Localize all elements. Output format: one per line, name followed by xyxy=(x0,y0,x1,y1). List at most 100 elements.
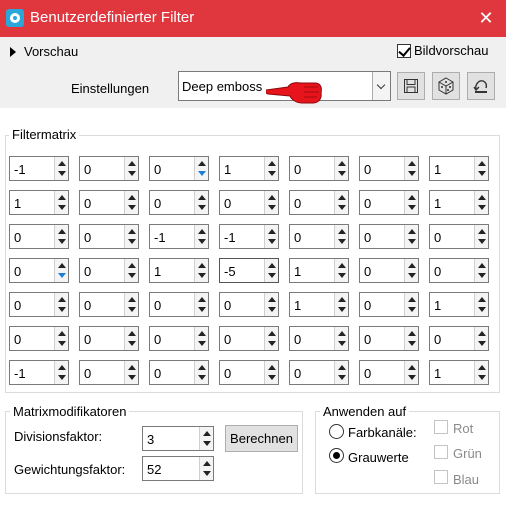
matrix-cell-r1-c7[interactable]: 1 xyxy=(429,156,489,181)
matrix-cell-r2-c2[interactable]: 0 xyxy=(79,190,139,215)
matrix-cell-spinner[interactable] xyxy=(54,327,68,350)
matrix-cell-spinner[interactable] xyxy=(404,327,418,350)
matrix-cell-spinner[interactable] xyxy=(194,293,208,316)
matrix-cell-spinner[interactable] xyxy=(194,361,208,384)
matrix-cell-spinner[interactable] xyxy=(264,157,278,180)
matrix-cell-spinner[interactable] xyxy=(404,225,418,248)
matrix-cell-r7-c1[interactable]: -1 xyxy=(9,360,69,385)
matrix-cell-spinner[interactable] xyxy=(54,361,68,384)
matrix-cell-r6-c3[interactable]: 0 xyxy=(149,326,209,351)
matrix-cell-spinner[interactable] xyxy=(334,157,348,180)
matrix-cell-r4-c5[interactable]: 1 xyxy=(289,258,349,283)
matrix-cell-spinner[interactable] xyxy=(124,259,138,282)
grayscale-radio[interactable] xyxy=(329,448,344,463)
matrix-cell-spinner[interactable] xyxy=(264,191,278,214)
matrix-cell-r6-c1[interactable]: 0 xyxy=(9,326,69,351)
matrix-cell-r4-c3[interactable]: 1 xyxy=(149,258,209,283)
matrix-cell-r1-c3[interactable]: 0 xyxy=(149,156,209,181)
close-button[interactable]: ✕ xyxy=(476,8,496,28)
matrix-cell-spinner[interactable] xyxy=(264,361,278,384)
matrix-cell-r6-c2[interactable]: 0 xyxy=(79,326,139,351)
matrix-cell-spinner[interactable] xyxy=(264,225,278,248)
division-factor-spinner[interactable] xyxy=(199,427,213,450)
matrix-cell-spinner[interactable] xyxy=(474,225,488,248)
division-factor-input[interactable]: 3 xyxy=(142,426,214,451)
matrix-cell-r6-c5[interactable]: 0 xyxy=(289,326,349,351)
red-channel-checkbox[interactable] xyxy=(434,420,448,434)
matrix-cell-spinner[interactable] xyxy=(54,293,68,316)
matrix-cell-r2-c3[interactable]: 0 xyxy=(149,190,209,215)
matrix-cell-spinner[interactable] xyxy=(54,225,68,248)
weight-factor-input[interactable]: 52 xyxy=(142,456,214,481)
matrix-cell-r7-c6[interactable]: 0 xyxy=(359,360,419,385)
matrix-cell-spinner[interactable] xyxy=(54,259,68,282)
matrix-cell-r1-c6[interactable]: 0 xyxy=(359,156,419,181)
matrix-cell-spinner[interactable] xyxy=(194,191,208,214)
random-preset-button[interactable] xyxy=(432,72,460,100)
matrix-cell-spinner[interactable] xyxy=(474,259,488,282)
blue-channel-checkbox[interactable] xyxy=(434,470,448,484)
matrix-cell-r5-c5[interactable]: 1 xyxy=(289,292,349,317)
matrix-cell-spinner[interactable] xyxy=(474,157,488,180)
matrix-cell-spinner[interactable] xyxy=(194,327,208,350)
matrix-cell-r3-c2[interactable]: 0 xyxy=(79,224,139,249)
calculate-button[interactable]: Berechnen xyxy=(225,425,298,452)
matrix-cell-spinner[interactable] xyxy=(124,327,138,350)
matrix-cell-r6-c6[interactable]: 0 xyxy=(359,326,419,351)
matrix-cell-r1-c4[interactable]: 1 xyxy=(219,156,279,181)
matrix-cell-spinner[interactable] xyxy=(474,327,488,350)
matrix-cell-r5-c7[interactable]: 1 xyxy=(429,292,489,317)
matrix-cell-r7-c2[interactable]: 0 xyxy=(79,360,139,385)
matrix-cell-spinner[interactable] xyxy=(404,191,418,214)
matrix-cell-spinner[interactable] xyxy=(264,293,278,316)
matrix-cell-r5-c1[interactable]: 0 xyxy=(9,292,69,317)
matrix-cell-r7-c7[interactable]: 1 xyxy=(429,360,489,385)
matrix-cell-r5-c3[interactable]: 0 xyxy=(149,292,209,317)
matrix-cell-spinner[interactable] xyxy=(124,157,138,180)
matrix-cell-r2-c7[interactable]: 1 xyxy=(429,190,489,215)
matrix-cell-r5-c4[interactable]: 0 xyxy=(219,292,279,317)
matrix-cell-r3-c7[interactable]: 0 xyxy=(429,224,489,249)
matrix-cell-spinner[interactable] xyxy=(194,225,208,248)
matrix-cell-spinner[interactable] xyxy=(264,259,278,282)
matrix-cell-r5-c2[interactable]: 0 xyxy=(79,292,139,317)
matrix-cell-spinner[interactable] xyxy=(334,225,348,248)
matrix-cell-r1-c2[interactable]: 0 xyxy=(79,156,139,181)
image-preview-checkbox[interactable]: Bildvorschau xyxy=(397,43,488,58)
matrix-cell-spinner[interactable] xyxy=(404,259,418,282)
matrix-cell-spinner[interactable] xyxy=(334,361,348,384)
matrix-cell-spinner[interactable] xyxy=(124,361,138,384)
matrix-cell-spinner[interactable] xyxy=(404,157,418,180)
matrix-cell-spinner[interactable] xyxy=(54,157,68,180)
matrix-cell-r2-c4[interactable]: 0 xyxy=(219,190,279,215)
checkbox-checked-icon[interactable] xyxy=(397,43,411,58)
matrix-cell-r4-c4[interactable]: -5 xyxy=(219,258,279,283)
matrix-cell-spinner[interactable] xyxy=(124,293,138,316)
matrix-cell-r4-c7[interactable]: 0 xyxy=(429,258,489,283)
matrix-cell-spinner[interactable] xyxy=(334,259,348,282)
matrix-cell-spinner[interactable] xyxy=(124,191,138,214)
matrix-cell-r4-c6[interactable]: 0 xyxy=(359,258,419,283)
matrix-cell-r3-c5[interactable]: 0 xyxy=(289,224,349,249)
matrix-cell-r2-c6[interactable]: 0 xyxy=(359,190,419,215)
matrix-cell-r3-c6[interactable]: 0 xyxy=(359,224,419,249)
matrix-cell-r7-c5[interactable]: 0 xyxy=(289,360,349,385)
matrix-cell-r3-c3[interactable]: -1 xyxy=(149,224,209,249)
green-channel-checkbox[interactable] xyxy=(434,445,448,459)
matrix-cell-r3-c4[interactable]: -1 xyxy=(219,224,279,249)
matrix-cell-spinner[interactable] xyxy=(264,327,278,350)
matrix-cell-r7-c3[interactable]: 0 xyxy=(149,360,209,385)
matrix-cell-r1-c5[interactable]: 0 xyxy=(289,156,349,181)
matrix-cell-spinner[interactable] xyxy=(194,259,208,282)
preview-toggle[interactable]: Vorschau xyxy=(10,44,78,59)
matrix-cell-spinner[interactable] xyxy=(334,327,348,350)
matrix-cell-spinner[interactable] xyxy=(474,361,488,384)
matrix-cell-r5-c6[interactable]: 0 xyxy=(359,292,419,317)
matrix-cell-spinner[interactable] xyxy=(404,293,418,316)
matrix-cell-r2-c5[interactable]: 0 xyxy=(289,190,349,215)
chevron-down-icon[interactable] xyxy=(372,72,390,100)
matrix-cell-spinner[interactable] xyxy=(334,293,348,316)
matrix-cell-r4-c2[interactable]: 0 xyxy=(79,258,139,283)
matrix-cell-spinner[interactable] xyxy=(474,191,488,214)
matrix-cell-spinner[interactable] xyxy=(194,157,208,180)
